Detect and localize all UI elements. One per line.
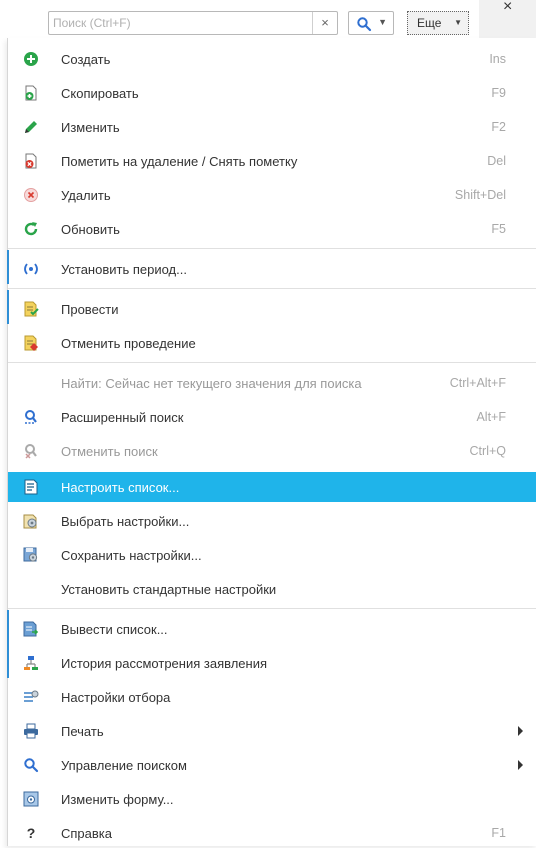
history-icon xyxy=(24,656,38,670)
menu-item-search-control[interactable]: Управление поиском xyxy=(8,750,536,780)
search-icon xyxy=(357,17,372,32)
filter-settings-icon xyxy=(24,690,39,702)
menu-item-shortcut: Ctrl+Alt+F xyxy=(449,376,506,390)
menu-item-change-form[interactable]: Изменить форму... xyxy=(8,784,536,814)
menu-item-label: Отменить проведение xyxy=(61,336,196,351)
menu-item-post[interactable]: Провести xyxy=(8,294,536,324)
menu-item-delete[interactable]: Удалить Shift+Del xyxy=(8,180,536,210)
menu-item-find[interactable]: Найти: Сейчас нет текущего значения для … xyxy=(8,368,536,398)
menu-item-label: Справка xyxy=(61,826,112,841)
menu-item-shortcut: F1 xyxy=(491,826,506,840)
menu-item-unpost[interactable]: Отменить проведение xyxy=(8,328,536,358)
side-panel: × xyxy=(479,0,536,38)
menu-item-help[interactable]: ? Справка F1 xyxy=(8,818,536,848)
copy-document-icon xyxy=(25,85,37,101)
menu-item-label: Печать xyxy=(61,724,104,739)
unpost-document-icon xyxy=(24,335,38,351)
search-button[interactable]: ▼ xyxy=(348,11,394,35)
menu-item-label: Обновить xyxy=(61,222,120,237)
menu-item-save-settings[interactable]: Сохранить настройки... xyxy=(8,540,536,570)
submenu-arrow-icon xyxy=(518,760,523,770)
menu-item-copy[interactable]: Скопировать F9 xyxy=(8,78,536,108)
menu-item-label: Изменить форму... xyxy=(61,792,174,807)
clear-search-button[interactable]: × xyxy=(312,12,337,34)
menu-item-mark-delete[interactable]: Пометить на удаление / Снять пометку Del xyxy=(8,146,536,176)
menu-item-shortcut: Ctrl+Q xyxy=(469,444,506,458)
choose-settings-icon xyxy=(23,514,37,529)
menu-item-choose-settings[interactable]: Выбрать настройки... xyxy=(8,506,536,536)
menu-item-history[interactable]: История рассмотрения заявления xyxy=(8,648,536,678)
menu-separator xyxy=(8,362,536,363)
menu-item-label: Расширенный поиск xyxy=(61,410,184,425)
menu-item-filter-settings[interactable]: Настройки отбора xyxy=(8,682,536,712)
close-icon[interactable]: × xyxy=(503,0,512,16)
menu-item-advanced-search[interactable]: Расширенный поиск Alt+F xyxy=(8,402,536,432)
mark-delete-icon xyxy=(25,153,37,169)
printer-icon xyxy=(24,723,38,739)
menu-item-label: Удалить xyxy=(61,188,111,203)
menu-item-cancel-search[interactable]: Отменить поиск Ctrl+Q xyxy=(8,436,536,466)
menu-item-configure-list[interactable]: Настроить список... xyxy=(8,472,536,502)
menu-item-edit[interactable]: Изменить F2 xyxy=(8,112,536,142)
menu-item-label: Управление поиском xyxy=(61,758,187,773)
menu-item-label: Установить период... xyxy=(61,262,187,277)
menu-item-default-settings[interactable]: Установить стандартные настройки xyxy=(8,574,536,604)
menu-item-shortcut: Shift+Del xyxy=(454,188,506,202)
toolbar: × ▼ Еще ▼ × xyxy=(0,0,536,38)
search-field[interactable]: × xyxy=(48,11,338,35)
help-icon: ? xyxy=(27,825,36,841)
list-settings-icon xyxy=(24,479,38,495)
submenu-arrow-icon xyxy=(518,726,523,736)
menu-item-label: Настройки отбора xyxy=(61,690,171,705)
menu-item-label: Настроить список... xyxy=(61,480,180,495)
menu-item-label: Пометить на удаление / Снять пометку xyxy=(61,154,298,169)
menu-item-label: Отменить поиск xyxy=(61,444,158,459)
menu-item-refresh[interactable]: Обновить F5 xyxy=(8,214,536,244)
change-form-icon xyxy=(23,791,39,807)
menu-item-label: Выбрать настройки... xyxy=(61,514,190,529)
more-menu: Создать Ins Скопировать F9 Изменить F2 П… xyxy=(7,38,536,846)
output-list-icon xyxy=(23,621,39,637)
pencil-icon xyxy=(25,121,37,133)
post-document-icon xyxy=(24,301,39,317)
delete-x-icon xyxy=(24,188,38,202)
chevron-down-icon: ▼ xyxy=(378,17,387,27)
advanced-search-icon xyxy=(25,410,37,424)
menu-item-shortcut: F2 xyxy=(491,120,506,134)
menu-separator xyxy=(8,608,536,609)
menu-item-shortcut: F9 xyxy=(491,86,506,100)
cancel-search-icon xyxy=(25,444,37,459)
menu-item-label: Установить стандартные настройки xyxy=(61,582,277,597)
menu-item-output-list[interactable]: Вывести список... xyxy=(8,614,536,644)
menu-item-label: Сохранить настройки... xyxy=(61,548,202,563)
menu-item-label: Создать xyxy=(61,52,111,67)
menu-item-print[interactable]: Печать xyxy=(8,716,536,746)
menu-item-shortcut: Alt+F xyxy=(476,410,506,424)
search-input[interactable] xyxy=(53,15,308,31)
menu-item-shortcut: F5 xyxy=(491,222,506,236)
svg-text:?: ? xyxy=(27,825,36,841)
more-button[interactable]: Еще ▼ xyxy=(407,11,469,35)
save-settings-icon xyxy=(23,547,38,562)
menu-item-set-period[interactable]: Установить период... xyxy=(8,254,536,284)
menu-item-label: Найти: Сейчас нет текущего значения для … xyxy=(61,376,362,391)
plus-circle-icon xyxy=(24,52,38,66)
menu-item-shortcut: Del xyxy=(487,154,506,168)
menu-item-create[interactable]: Создать Ins xyxy=(8,44,536,74)
menu-item-label: Провести xyxy=(61,302,119,317)
chevron-down-icon: ▼ xyxy=(454,18,462,27)
menu-separator xyxy=(8,248,536,249)
refresh-icon xyxy=(24,222,38,236)
menu-separator xyxy=(8,288,536,289)
menu-item-label: Изменить xyxy=(61,120,120,135)
period-icon xyxy=(24,263,38,275)
menu-item-label: История рассмотрения заявления xyxy=(61,656,268,671)
menu-item-label: Скопировать xyxy=(61,86,139,101)
search-control-icon xyxy=(24,758,39,773)
more-button-label: Еще xyxy=(417,16,442,30)
menu-item-shortcut: Ins xyxy=(489,52,506,66)
menu-item-label: Вывести список... xyxy=(61,622,168,637)
